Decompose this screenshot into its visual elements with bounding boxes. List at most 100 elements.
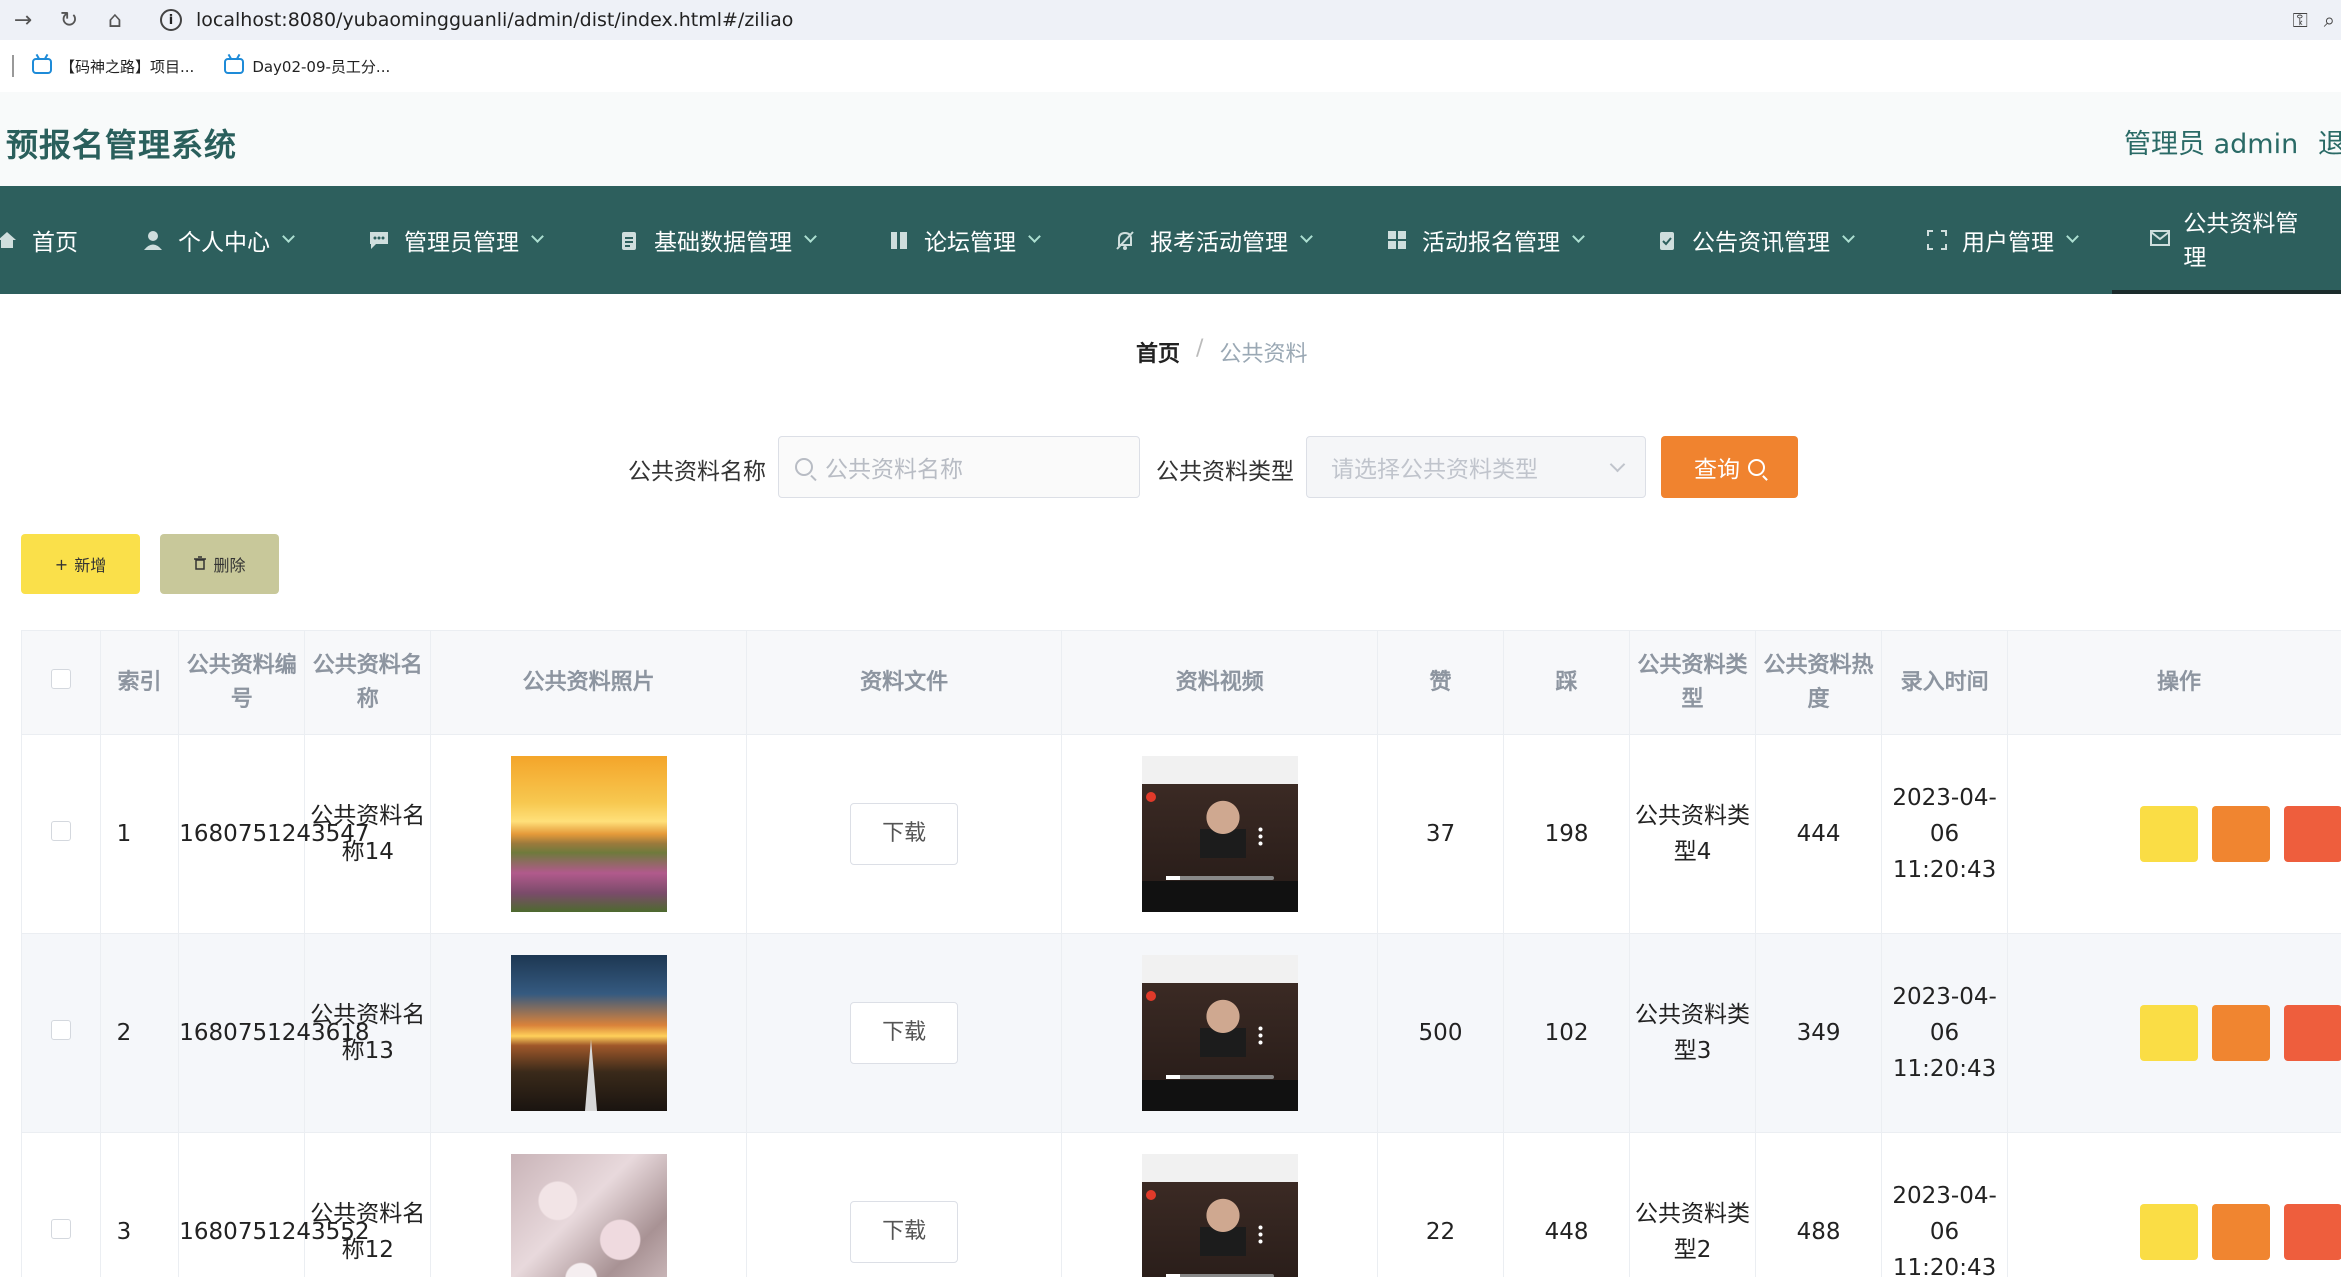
more-icon[interactable] [1257, 1224, 1263, 1244]
breadcrumb-separator: / [1196, 336, 1204, 361]
material-video[interactable] [1141, 1154, 1298, 1277]
row-index: 1 [99, 734, 180, 934]
nav-label: 活动报名管理 [1422, 230, 1560, 256]
bookmarks-bar: 【码神之路】项目... Day02-09-员工分... [0, 40, 2341, 92]
row-checkbox[interactable] [50, 821, 71, 841]
book-icon [886, 227, 912, 253]
delete-row-button[interactable] [2284, 1204, 2341, 1260]
header-ops: 操作 [2007, 630, 2341, 735]
materials-table: 索引 公共资料编号 公共资料名称 公共资料照片 资料文件 资料视频 赞 踩 公共… [21, 630, 2341, 1277]
admin-user-label[interactable]: 管理员 admin [2124, 122, 2298, 161]
chevron-down-icon [804, 229, 817, 243]
type-select[interactable]: 请选择公共资料类型 [1306, 436, 1646, 498]
video-progress-bar[interactable] [1165, 1075, 1274, 1079]
nav-label: 公告资讯管理 [1692, 230, 1830, 256]
nav-item-personal-center[interactable]: 个人中心 [140, 186, 295, 294]
bilibili-icon [32, 58, 52, 74]
query-button[interactable]: 查询 [1661, 436, 1798, 498]
breadcrumb-current: 公共资料 [1219, 342, 1308, 367]
view-button[interactable] [2140, 806, 2199, 862]
table-header-row: 索引 公共资料编号 公共资料名称 公共资料照片 资料文件 资料视频 赞 踩 公共… [21, 630, 2341, 735]
header-photo: 公共资料照片 [430, 630, 747, 735]
row-dislike: 448 [1503, 1132, 1631, 1277]
material-photo[interactable] [510, 955, 667, 1111]
nav-item-home[interactable]: 首页 [0, 186, 78, 294]
nav-label: 用户管理 [1962, 230, 2054, 256]
chevron-down-icon [1028, 229, 1041, 243]
nav-item-public-materials[interactable]: 公共资料管理 [2112, 186, 2341, 294]
download-button[interactable]: 下载 [850, 1002, 959, 1064]
row-type: 公共资料类型3 [1629, 933, 1757, 1133]
type-search-label: 公共资料类型 [1156, 459, 1294, 485]
view-button[interactable] [2140, 1005, 2199, 1061]
chevron-down-icon [531, 229, 544, 243]
browser-toolbar: → ↻ ⌂ i localhost:8080/yubaomingguanli/a… [0, 0, 2341, 40]
site-info-icon[interactable]: i [160, 9, 182, 31]
nav-item-basic-data[interactable]: 基础数据管理 [616, 186, 817, 294]
edit-button[interactable] [2212, 806, 2271, 862]
nav-item-exam-activity[interactable]: 报考活动管理 [1112, 186, 1313, 294]
reload-icon[interactable]: ↻ [46, 0, 92, 40]
edit-button[interactable] [2212, 1204, 2271, 1260]
address-bar[interactable]: i localhost:8080/yubaomingguanli/admin/d… [146, 3, 2266, 37]
material-photo[interactable] [510, 756, 667, 912]
row-select-cell [21, 1132, 101, 1277]
video-badge [1145, 792, 1156, 802]
material-photo[interactable] [510, 1154, 667, 1277]
nav-item-admin-management[interactable]: 管理员管理 [366, 186, 544, 294]
header-video: 资料视频 [1061, 630, 1378, 735]
row-file-cell: 下载 [745, 933, 1063, 1133]
row-checkbox[interactable] [50, 1020, 71, 1040]
select-all-checkbox[interactable] [50, 668, 71, 689]
download-button[interactable]: 下载 [850, 1201, 959, 1263]
nav-label: 基础数据管理 [654, 230, 792, 256]
nav-label: 公共资料管理 [2183, 211, 2299, 271]
row-like: 500 [1376, 933, 1505, 1133]
main-nav: 首页 个人中心 管理员管理 基础数据管理 论坛管理 报考活动管理 活动报名管理 … [0, 186, 2341, 294]
bookmark-label: Day02-09-员工分... [252, 57, 391, 76]
password-key-icon[interactable]: ⚿ [2293, 8, 2308, 32]
more-icon[interactable] [1257, 826, 1263, 846]
row-video-cell [1061, 1132, 1378, 1277]
material-video[interactable] [1141, 756, 1298, 912]
download-button[interactable]: 下载 [850, 803, 959, 865]
video-badge [1145, 1190, 1156, 1200]
delete-row-button[interactable] [2284, 806, 2341, 862]
nav-item-user-management[interactable]: 用户管理 [1924, 186, 2079, 294]
row-select-cell [21, 933, 101, 1133]
name-search-label: 公共资料名称 [628, 459, 766, 485]
nav-label: 论坛管理 [924, 230, 1016, 256]
more-icon[interactable] [1257, 1025, 1263, 1045]
bookmark-label: 【码神之路】项目... [60, 57, 195, 76]
row-video-cell [1061, 734, 1378, 934]
logout-link[interactable]: 退 [2318, 122, 2341, 161]
delete-row-button[interactable] [2284, 1005, 2341, 1061]
row-video-cell [1061, 933, 1378, 1133]
nav-label: 报考活动管理 [1150, 230, 1288, 256]
nav-item-announcement[interactable]: 公告资讯管理 [1654, 186, 1855, 294]
row-like: 22 [1376, 1132, 1505, 1277]
delete-button[interactable]: 删除 [160, 534, 279, 594]
name-search-input[interactable]: 公共资料名称 [778, 436, 1140, 498]
row-file-cell: 下载 [745, 1132, 1063, 1277]
row-index: 3 [99, 1132, 180, 1277]
name-search-placeholder: 公共资料名称 [825, 457, 963, 483]
bookmark-item[interactable]: 【码神之路】项目... [32, 56, 194, 77]
trash-icon [193, 555, 207, 574]
chevron-down-icon [1609, 456, 1626, 473]
bookmark-item[interactable]: Day02-09-员工分... [224, 56, 390, 77]
breadcrumb-home[interactable]: 首页 [1136, 336, 1180, 368]
bookmarks-divider [12, 55, 14, 77]
home-button-icon[interactable]: ⌂ [92, 0, 138, 40]
zoom-icon[interactable]: ⌕ [2324, 8, 2335, 32]
edit-button[interactable] [2212, 1005, 2271, 1061]
video-progress-bar[interactable] [1165, 876, 1274, 880]
row-checkbox[interactable] [50, 1219, 71, 1239]
grid-icon [1384, 227, 1410, 253]
add-button[interactable]: + 新增 [21, 534, 140, 594]
nav-item-activity-signup[interactable]: 活动报名管理 [1384, 186, 1585, 294]
nav-item-forum[interactable]: 论坛管理 [886, 186, 1041, 294]
forward-icon[interactable]: → [0, 0, 46, 40]
material-video[interactable] [1141, 955, 1298, 1111]
view-button[interactable] [2140, 1204, 2199, 1260]
